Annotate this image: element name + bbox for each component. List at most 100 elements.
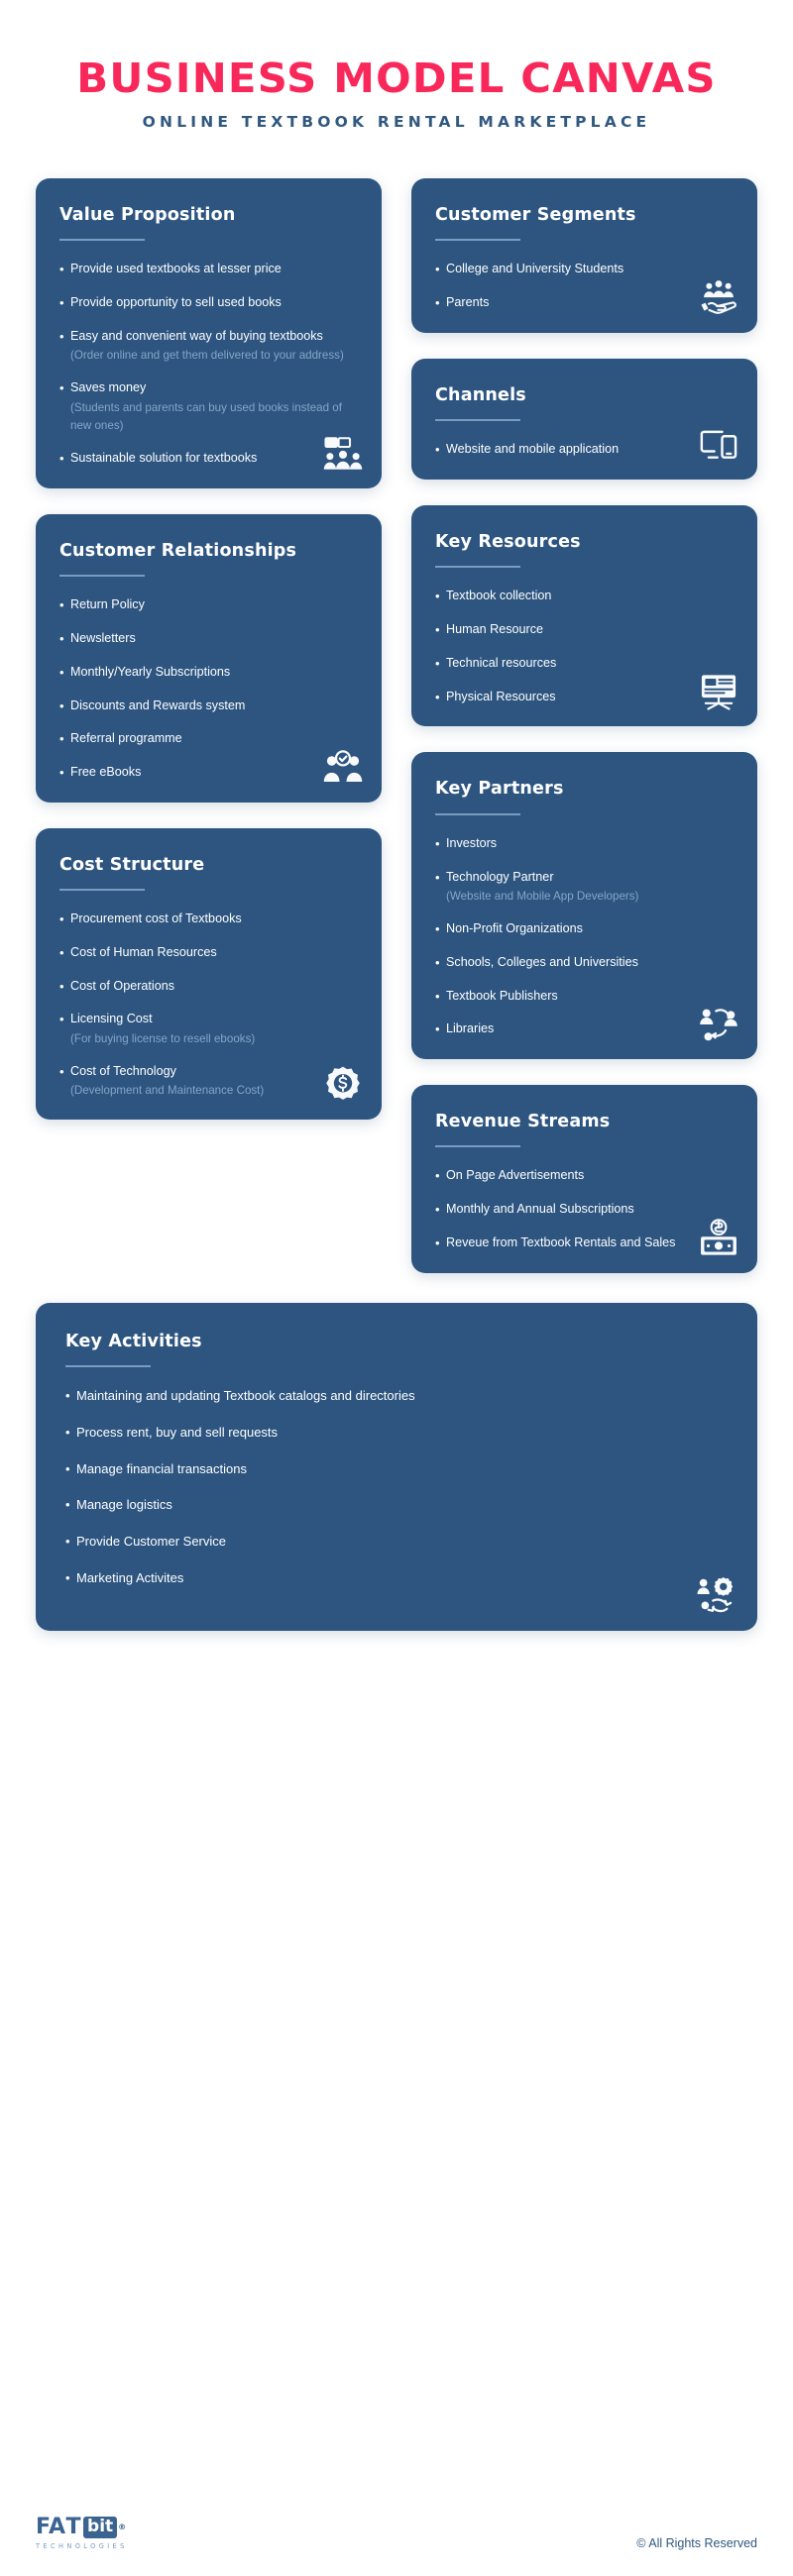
list-item: • Technical resources	[435, 654, 734, 674]
bullet-icon: •	[65, 1497, 70, 1513]
list-item-label: Procurement cost of Textbooks	[70, 912, 242, 926]
list-item: • Parents	[435, 293, 734, 313]
list-item: • Textbook collection	[435, 587, 734, 606]
logo-badge-bit: bit	[83, 2517, 118, 2538]
bullet-icon: •	[59, 262, 64, 277]
list-item-body: Discounts and Rewards system	[70, 697, 358, 716]
bullet-icon: •	[435, 689, 440, 704]
list-item: • Schools, Colleges and Universities	[435, 953, 734, 973]
list-item: • Investors	[435, 834, 734, 854]
heading-underline	[435, 419, 520, 422]
list-item-label: Parents	[446, 295, 490, 310]
list-item: • Cost of Human Resources	[59, 943, 358, 963]
list-item-body: Investors	[446, 834, 734, 854]
list-item-body: Technology Partner (Website and Mobile Ap…	[446, 868, 734, 906]
bullet-icon: •	[435, 1021, 440, 1037]
bullet-icon: •	[65, 1424, 70, 1440]
logo-text-t: T	[65, 2515, 82, 2539]
list-item-body: Non-Profit Organizations	[446, 919, 734, 939]
list-item-label: Newsletters	[70, 631, 136, 646]
list-item-body: Technical resources	[446, 654, 734, 674]
bullet-icon: •	[435, 442, 440, 458]
list-item-subtext: (Order online and get them delivered to …	[70, 349, 344, 363]
list-item-label: On Page Advertisements	[446, 1168, 585, 1183]
list-item-label: Schools, Colleges and Universities	[446, 954, 638, 969]
card-spacer	[411, 480, 757, 505]
list-item-label: Maintaining and updating Textbook catalo…	[76, 1388, 415, 1404]
heading-underline	[59, 239, 145, 242]
list-item-body: Process rent, buy and sell requests	[76, 1423, 728, 1443]
list-item-label: Technical resources	[446, 655, 557, 670]
key-partners-heading: Key Partners	[435, 779, 564, 800]
list-item-body: Procurement cost of Textbooks	[70, 910, 358, 929]
list-item-label: Sustainable solution for textbooks	[70, 451, 258, 466]
page-footer: FA Tbit ® TECHNOLOGIES © All Rights Reserv…	[0, 2515, 793, 2551]
fatbit-logo[interactable]: FA Tbit ® TECHNOLOGIES	[36, 2515, 128, 2551]
list-item: • Technology Partner (Website and Mobile A…	[435, 868, 734, 906]
list-item-body: Libraries	[446, 1020, 734, 1039]
list-item-label: Cost of Operations	[70, 978, 174, 993]
list-item: • Process rent, buy and sell requests	[65, 1423, 728, 1443]
list-item-label: Manage financial transactions	[76, 1460, 247, 1476]
list-item-label: Provide used textbooks at lesser price	[70, 262, 282, 276]
list-item-body: Sustainable solution for textbooks	[70, 449, 358, 469]
bullet-icon: •	[435, 622, 440, 638]
card-spacer	[411, 1059, 757, 1085]
card-spacer	[36, 803, 382, 828]
heading-underline	[59, 889, 145, 892]
list-item: • Website and mobile application	[435, 440, 734, 460]
list-item-label: Manage logistics	[76, 1497, 172, 1513]
list-item-body: Manage logistics	[76, 1495, 728, 1515]
card-revenue-streams: Revenue Streams • On Page Advertisements • M…	[411, 1085, 757, 1273]
people-group-icon	[322, 433, 364, 475]
bullet-icon: •	[435, 1168, 440, 1184]
list-item: • Saves money (Students and parents can bu…	[59, 378, 358, 435]
heading-underline	[435, 1145, 520, 1148]
list-item: • Monthly and Annual Subscriptions	[435, 1200, 734, 1220]
right-column: Customer Segments • College and University…	[411, 178, 757, 1273]
list-item-label: Human Resource	[446, 622, 543, 637]
list-item-label: Free eBooks	[70, 765, 142, 780]
list-item-subtext: (Website and Mobile App Developers)	[446, 889, 639, 903]
bullet-icon: •	[435, 954, 440, 970]
bullet-icon: •	[435, 1234, 440, 1250]
list-item: • College and University Students	[435, 260, 734, 279]
list-item-label: College and University Students	[446, 262, 624, 276]
key-resources-heading: Key Resources	[435, 532, 581, 553]
list-item: • Libraries	[435, 1020, 734, 1039]
heading-underline	[59, 575, 145, 578]
copyright-text: © All Rights Reserved	[636, 2536, 757, 2550]
card-spacer	[36, 488, 382, 514]
bullet-icon: •	[59, 664, 64, 680]
list-item: • Marketing Activites	[65, 1568, 728, 1588]
list-item-subtext: (Students and parents can buy used books…	[70, 400, 342, 432]
bullet-icon: •	[59, 1012, 64, 1027]
bullet-icon: •	[435, 262, 440, 277]
bullet-icon: •	[59, 451, 64, 467]
list-item-body: Cost of Operations	[70, 977, 358, 997]
bullet-icon: •	[435, 835, 440, 851]
list-item-label: Textbook Publishers	[446, 988, 558, 1003]
list-item: • Free eBooks	[59, 763, 358, 783]
list-item-body: College and University Students	[446, 260, 734, 279]
list-item-body: Physical Resources	[446, 688, 734, 707]
list-item-body: Human Resource	[446, 620, 734, 640]
list-item: • Textbook Publishers	[435, 987, 734, 1007]
card-customer-segments: Customer Segments • College and University…	[411, 178, 757, 333]
card-cost-structure: Cost Structure • Procurement cost of Textb…	[36, 827, 382, 1121]
channels-heading: Channels	[435, 384, 526, 405]
bullet-icon: •	[59, 912, 64, 927]
bullet-icon: •	[59, 380, 64, 396]
list-item-label: Marketing Activites	[76, 1569, 184, 1585]
list-item-body: Provide Customer Service	[76, 1532, 728, 1552]
list-item-body: Return Policy	[70, 595, 358, 615]
list-item-body: Parents	[446, 293, 734, 313]
list-item-label: Reveue from Textbook Rentals and Sales	[446, 1234, 676, 1249]
list-item: • Non-Profit Organizations	[435, 919, 734, 939]
list-item-label: Monthly/Yearly Subscriptions	[70, 664, 231, 679]
bullet-icon: •	[59, 1063, 64, 1079]
people-in-hand-icon	[698, 277, 739, 319]
infographic-page: BUSINESS MODEL CANVAS ONLINE TEXTBOOK RE…	[0, 0, 793, 2576]
key-activities-heading: Key Activities	[65, 1331, 202, 1351]
list-item: • Human Resource	[435, 620, 734, 640]
